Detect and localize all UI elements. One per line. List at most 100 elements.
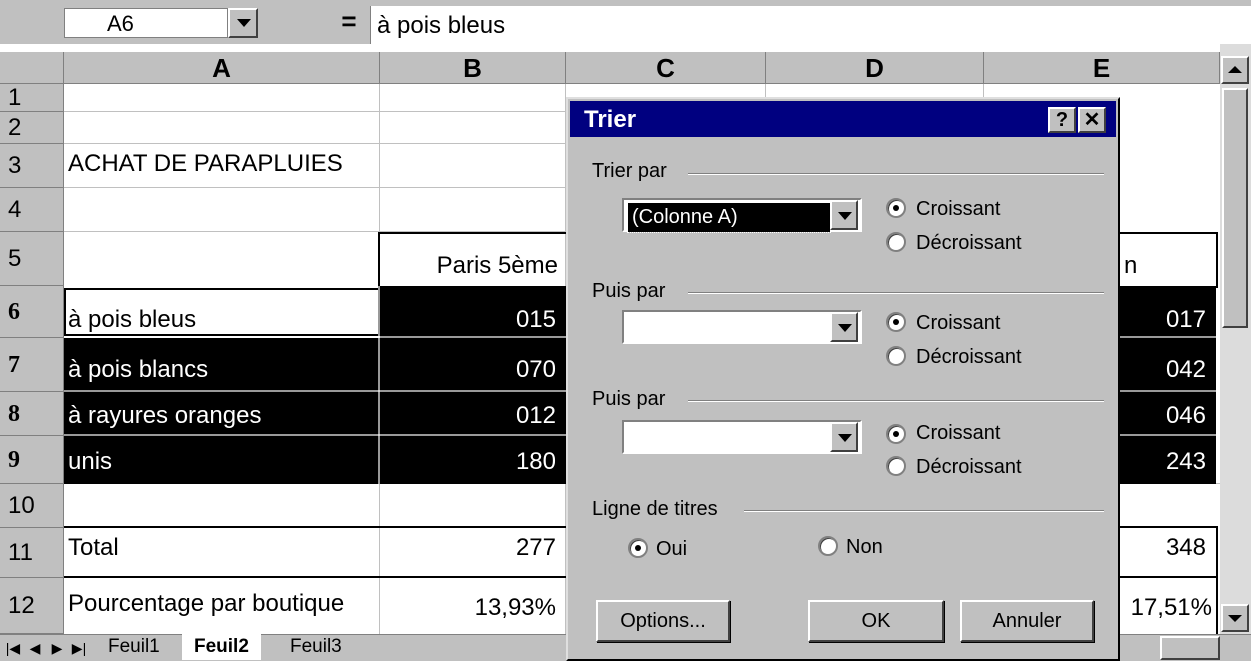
table-border bbox=[1118, 576, 1218, 578]
group-rule bbox=[688, 173, 1104, 175]
vertical-scroll-thumb[interactable] bbox=[1222, 88, 1248, 328]
then-by-2-value bbox=[628, 425, 636, 431]
then-by-2-asc-label[interactable]: Croissant bbox=[916, 422, 1000, 445]
cell-a6[interactable]: à pois bleus bbox=[68, 306, 378, 336]
cell-b11[interactable]: 277 bbox=[380, 534, 564, 564]
cell-a3[interactable]: ACHAT DE PARAPLUIES bbox=[68, 150, 378, 184]
header-row-no-radio[interactable] bbox=[818, 536, 838, 556]
row-header-7[interactable]: 7 bbox=[0, 338, 64, 392]
then-by-1-value bbox=[628, 315, 636, 321]
tab-feuil2[interactable]: Feuil2 bbox=[182, 634, 261, 660]
table-border bbox=[1118, 526, 1218, 528]
cell-b12[interactable]: 13,93% bbox=[380, 594, 564, 624]
options-button[interactable]: Options... bbox=[596, 600, 730, 642]
group-rule bbox=[688, 292, 1104, 294]
column-header-b[interactable]: B bbox=[380, 52, 566, 84]
group-label-then-by-2: Puis par bbox=[592, 388, 666, 410]
then-by-2-asc-radio[interactable] bbox=[886, 424, 906, 444]
group-label-header-row: Ligne de titres bbox=[592, 498, 718, 520]
close-icon[interactable]: ✕ bbox=[1078, 107, 1106, 133]
sort-by-desc-radio[interactable] bbox=[886, 232, 906, 252]
column-header-c[interactable]: C bbox=[566, 52, 766, 84]
then-by-1-asc-radio[interactable] bbox=[886, 312, 906, 332]
cell-a11[interactable]: Total bbox=[68, 534, 378, 564]
next-sheet-icon[interactable]: ▶ bbox=[46, 636, 68, 660]
column-header-d[interactable]: D bbox=[766, 52, 984, 84]
cell-e5[interactable]: n bbox=[1124, 252, 1184, 282]
last-sheet-icon[interactable]: ▶| bbox=[68, 636, 90, 660]
row-header-1[interactable]: 1 bbox=[0, 84, 64, 112]
horizontal-scrollbar[interactable] bbox=[1160, 636, 1220, 660]
cell-e7[interactable]: 042 bbox=[1118, 356, 1214, 386]
group-label-then-by-1: Puis par bbox=[592, 280, 666, 302]
row-header-10[interactable]: 10 bbox=[0, 484, 64, 528]
cell-e11[interactable]: 348 bbox=[1118, 534, 1214, 564]
then-by-2-select[interactable] bbox=[622, 420, 862, 454]
prev-sheet-icon[interactable]: ◀ bbox=[24, 636, 46, 660]
cell-e8[interactable]: 046 bbox=[1118, 402, 1214, 432]
gridline bbox=[64, 143, 566, 144]
row-header-4[interactable]: 4 bbox=[0, 188, 64, 232]
row-header-2[interactable]: 2 bbox=[0, 112, 64, 144]
cell-a8[interactable]: à rayures oranges bbox=[68, 402, 378, 432]
cell-b8[interactable]: 012 bbox=[380, 402, 564, 432]
then-by-1-desc-label[interactable]: Décroissant bbox=[916, 346, 1022, 369]
row-header-9[interactable]: 9 bbox=[0, 436, 64, 484]
select-all-corner[interactable] bbox=[0, 52, 64, 84]
cell-a9[interactable]: unis bbox=[68, 448, 378, 478]
gridline bbox=[64, 111, 566, 112]
row-header-11[interactable]: 11 bbox=[0, 528, 64, 578]
cancel-button[interactable]: Annuler bbox=[960, 600, 1094, 642]
cell-a12[interactable]: Pourcentage par boutique bbox=[68, 590, 378, 620]
header-row-yes-radio[interactable] bbox=[628, 538, 648, 558]
sort-by-select[interactable]: (Colonne A) bbox=[622, 198, 862, 233]
cell-e12[interactable]: 17,51% bbox=[1118, 594, 1214, 624]
ok-button[interactable]: OK bbox=[808, 600, 944, 642]
scroll-down-icon[interactable] bbox=[1221, 604, 1249, 632]
cell-b6[interactable]: 015 bbox=[380, 306, 564, 336]
tab-feuil1[interactable]: Feuil1 bbox=[96, 634, 172, 660]
name-box[interactable]: A6 bbox=[64, 8, 228, 38]
row-header-3[interactable]: 3 bbox=[0, 144, 64, 188]
cell-a7[interactable]: à pois blancs bbox=[68, 356, 378, 386]
group-rule bbox=[744, 510, 1104, 512]
header-row-no-label[interactable]: Non bbox=[846, 536, 883, 559]
then-by-1-dropdown-icon[interactable] bbox=[830, 312, 858, 342]
row-header-5[interactable]: 5 bbox=[0, 232, 64, 286]
then-by-1-desc-radio[interactable] bbox=[886, 346, 906, 366]
sort-by-value: (Colonne A) bbox=[627, 202, 831, 233]
header-row-yes-label[interactable]: Oui bbox=[656, 538, 687, 561]
then-by-1-asc-label[interactable]: Croissant bbox=[916, 312, 1000, 335]
sort-by-asc-label[interactable]: Croissant bbox=[916, 198, 1000, 221]
row-header-12[interactable]: 12 bbox=[0, 578, 64, 634]
gridline bbox=[64, 187, 566, 188]
cell-e9[interactable]: 243 bbox=[1118, 448, 1214, 478]
table-border bbox=[64, 576, 568, 578]
sort-by-dropdown-icon[interactable] bbox=[830, 200, 858, 230]
cell-b9[interactable]: 180 bbox=[380, 448, 564, 478]
row-header-8[interactable]: 8 bbox=[0, 392, 64, 436]
cell-b7[interactable]: 070 bbox=[380, 356, 564, 386]
group-rule bbox=[688, 400, 1104, 402]
column-header-a[interactable]: A bbox=[64, 52, 380, 84]
sort-by-asc-radio[interactable] bbox=[886, 198, 906, 218]
formula-input[interactable]: à pois bleus bbox=[370, 6, 1251, 44]
then-by-1-select[interactable] bbox=[622, 310, 862, 344]
tab-feuil3[interactable]: Feuil3 bbox=[278, 634, 354, 660]
then-by-2-desc-label[interactable]: Décroissant bbox=[916, 456, 1022, 479]
first-sheet-icon[interactable]: |◀ bbox=[2, 636, 24, 660]
table-border bbox=[1216, 526, 1218, 634]
cell-b5[interactable]: Paris 5ème bbox=[380, 252, 566, 282]
sort-by-desc-label[interactable]: Décroissant bbox=[916, 232, 1022, 255]
name-box-dropdown-icon[interactable] bbox=[228, 8, 258, 38]
row-header-6[interactable]: 6 bbox=[0, 286, 64, 338]
help-icon[interactable]: ? bbox=[1048, 107, 1076, 133]
column-header-e[interactable]: E bbox=[984, 52, 1220, 84]
dialog-title-bar[interactable]: Trier bbox=[570, 101, 1116, 137]
scroll-up-icon[interactable] bbox=[1221, 56, 1249, 84]
cell-e6[interactable]: 017 bbox=[1118, 306, 1214, 336]
formula-equals-button[interactable]: = bbox=[334, 6, 364, 38]
group-label-sort-by: Trier par bbox=[592, 160, 667, 182]
then-by-2-desc-radio[interactable] bbox=[886, 456, 906, 476]
then-by-2-dropdown-icon[interactable] bbox=[830, 422, 858, 452]
